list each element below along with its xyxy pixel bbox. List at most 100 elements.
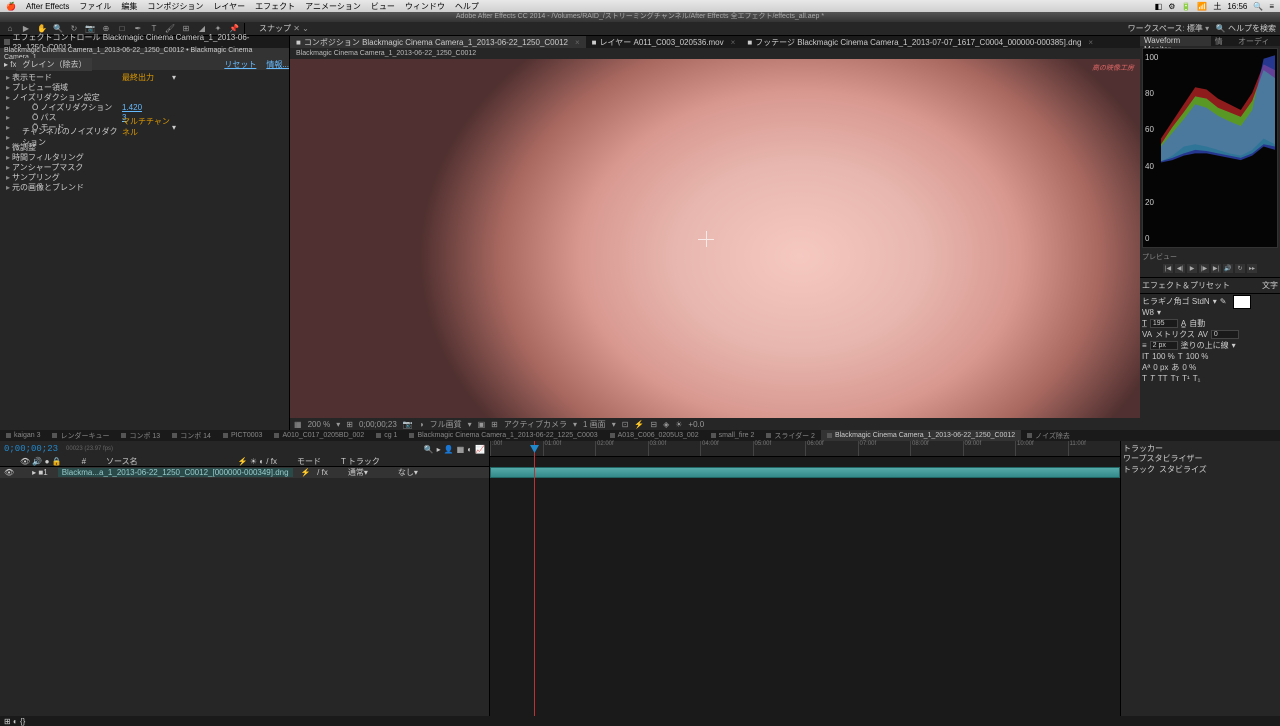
next-frame-icon[interactable]: |▶ (1199, 264, 1209, 273)
tab-waveform[interactable]: Waveform Monitor (1140, 36, 1211, 46)
layer-name[interactable]: Blackma...a_1_2013-06-22_1250_C0012_[000… (58, 468, 293, 477)
param-value[interactable]: マルチチャンネル (122, 116, 172, 138)
close-icon[interactable]: × (1088, 38, 1093, 47)
roi-icon[interactable]: ▣ (478, 420, 486, 429)
resolution-icon[interactable]: ⊞ (346, 420, 353, 429)
tsume-value[interactable]: 0 % (1182, 363, 1196, 372)
superscript-icon[interactable]: T¹ (1182, 374, 1190, 383)
baseline-value[interactable]: 0 px (1153, 363, 1168, 372)
comp-mini-icon[interactable]: ▸ (437, 445, 441, 454)
composition-viewer[interactable]: 高の映像工房 (290, 59, 1140, 418)
timeline-tab[interactable]: A010_C017_0205BD_002 (268, 430, 370, 441)
timeline-layer-row[interactable]: 👁▸ ■ 1 Blackma...a_1_2013-06-22_1250_C00… (0, 467, 489, 478)
menu-view[interactable]: ビュー (371, 1, 395, 12)
timeline-tab[interactable]: レンダーキュー (46, 430, 115, 441)
resolution-value[interactable]: フル画質 (430, 419, 462, 430)
timeline-tab[interactable]: ノイズ除去 (1021, 430, 1076, 441)
timeline-tab[interactable]: Blackmagic Cinema Camera_1_2013-06-22_12… (821, 430, 1021, 441)
shy-icon[interactable]: 👤 (444, 445, 454, 454)
menu-animation[interactable]: アニメーション (305, 1, 361, 12)
prev-frame-icon[interactable]: ◀| (1175, 264, 1185, 273)
effect-param-row[interactable]: ▸時間フィルタリング (0, 152, 289, 162)
param-value[interactable]: 1.420 (122, 103, 172, 112)
snapshot-icon[interactable]: 📷 (403, 420, 413, 429)
time-ruler[interactable]: :00f01:00f02:00f03:00f04:00f05:00f06:00f… (490, 441, 1120, 457)
pixel-aspect-icon[interactable]: ⊡ (622, 420, 629, 429)
tracker-btn-stabilize[interactable]: スタビライズ (1159, 464, 1207, 475)
menu-edit[interactable]: 編集 (121, 1, 137, 12)
eyedropper-icon[interactable]: ✎ (1220, 297, 1227, 306)
menu-file[interactable]: ファイル (79, 1, 111, 12)
menu-effect[interactable]: エフェクト (255, 1, 295, 12)
timeline-track-area[interactable]: :00f01:00f02:00f03:00f04:00f05:00f06:00f… (490, 441, 1120, 716)
vscale-value[interactable]: 100 % (1152, 352, 1175, 361)
timeline-tab[interactable]: コンポ 13 (115, 430, 166, 441)
fast-preview-icon[interactable]: ⚡ (634, 420, 644, 429)
font-family-select[interactable]: ヒラギノ角ゴ StdN (1142, 296, 1210, 307)
play-icon[interactable]: ▶ (1187, 264, 1197, 273)
effect-param-row[interactable]: ▸微調整 (0, 142, 289, 152)
zoom-value[interactable]: 200 % (308, 420, 331, 429)
menu-window[interactable]: ウィンドウ (405, 1, 445, 12)
ram-preview-icon[interactable]: ▸▸ (1247, 264, 1257, 273)
layer-mode[interactable]: 通常 (348, 467, 364, 478)
apple-icon[interactable]: 🍎 (6, 2, 16, 11)
menubar-icon[interactable]: ⚙ (1168, 2, 1175, 11)
comp-tab[interactable]: ■コンポジション Blackmagic Cinema Camera_1_2013… (290, 36, 586, 48)
smallcaps-icon[interactable]: Tт (1171, 374, 1180, 383)
camera-selector[interactable]: アクティブカメラ (504, 419, 567, 430)
playhead[interactable] (534, 441, 535, 716)
timeline-tab[interactable]: kaigan 3 (0, 430, 46, 441)
tab-audio[interactable]: オーディオ (1234, 36, 1280, 46)
flowchart-icon[interactable]: ◈ (663, 420, 669, 429)
spotlight-icon[interactable]: 🔍 (1253, 2, 1263, 11)
menu-help[interactable]: ヘルプ (455, 1, 479, 12)
notification-icon[interactable]: ≡ (1269, 2, 1274, 11)
timeline-tab[interactable]: スライダー 2 (760, 430, 821, 441)
bold-icon[interactable]: T (1142, 374, 1147, 383)
last-frame-icon[interactable]: ▶| (1211, 264, 1221, 273)
font-size-input[interactable] (1150, 319, 1178, 328)
leading-select[interactable]: 自動 (1189, 318, 1205, 329)
effect-param-row[interactable]: ▸サンプリング (0, 172, 289, 182)
timeline-tab[interactable]: Blackmagic Cinema Camera_1_2013-06-22_12… (403, 430, 603, 441)
comp-tab[interactable]: ■フッテージ Blackmagic Cinema Camera_1_2013-0… (741, 36, 1099, 48)
graph-editor-icon[interactable]: 📈 (475, 445, 485, 454)
menu-composition[interactable]: コンポジション (147, 1, 203, 12)
timeline-icon[interactable]: ⊟ (650, 420, 657, 429)
reset-link[interactable]: リセット (224, 59, 256, 70)
timeline-tab[interactable]: small_fire 2 (705, 430, 761, 441)
toggle-switches-icon[interactable]: ⊞ ◐ {} (4, 717, 25, 726)
comp-breadcrumb[interactable]: Blackmagic Cinema Camera_1_2013-06-22_12… (290, 48, 1140, 59)
stroke-order-select[interactable]: 塗りの上に線 (1181, 340, 1229, 351)
close-icon[interactable]: × (731, 38, 736, 47)
subscript-icon[interactable]: T₁ (1193, 374, 1201, 383)
fill-swatch[interactable] (1233, 295, 1251, 309)
search-icon[interactable]: 🔍 (424, 445, 434, 454)
param-value[interactable]: 最終出力 (122, 72, 172, 83)
effect-param-row[interactable]: ▸ノイズリダクション設定 (0, 92, 289, 102)
zoom-icon[interactable]: ▦ (294, 420, 302, 429)
tracker-btn-warp[interactable]: ワープスタビライザー (1123, 453, 1203, 464)
info-link[interactable]: 情報... (266, 59, 289, 70)
time-display[interactable]: 0;00;00;23 (359, 420, 397, 429)
loop-icon[interactable]: ↻ (1235, 264, 1245, 273)
allcaps-icon[interactable]: TT (1158, 374, 1168, 383)
timeline-tab[interactable]: A018_C006_0205U3_002 (604, 430, 705, 441)
layer-track[interactable]: なし (398, 467, 414, 478)
hscale-value[interactable]: 100 % (1186, 352, 1209, 361)
effect-param-row[interactable]: ▸表示モード最終出力▾ (0, 72, 289, 82)
timeline-tab[interactable]: cg 1 (370, 430, 403, 441)
timeline-tab[interactable]: PICT0003 (217, 430, 269, 441)
channels-icon[interactable]: ◑ (419, 420, 424, 429)
exposure-icon[interactable]: ☀ (675, 420, 682, 429)
timeline-tab[interactable]: コンポ 14 (166, 430, 217, 441)
view-count[interactable]: 1 画面 (583, 419, 606, 430)
first-frame-icon[interactable]: |◀ (1163, 264, 1173, 273)
effect-param-row[interactable]: ▸プレビュー領域 (0, 82, 289, 92)
motion-blur-icon[interactable]: ◐ (467, 445, 472, 454)
app-menu[interactable]: After Effects (26, 2, 69, 11)
frame-blend-icon[interactable]: ▦ (457, 445, 465, 454)
close-icon[interactable]: × (575, 38, 580, 47)
current-timecode[interactable]: 0;00;00;23 (4, 444, 58, 454)
